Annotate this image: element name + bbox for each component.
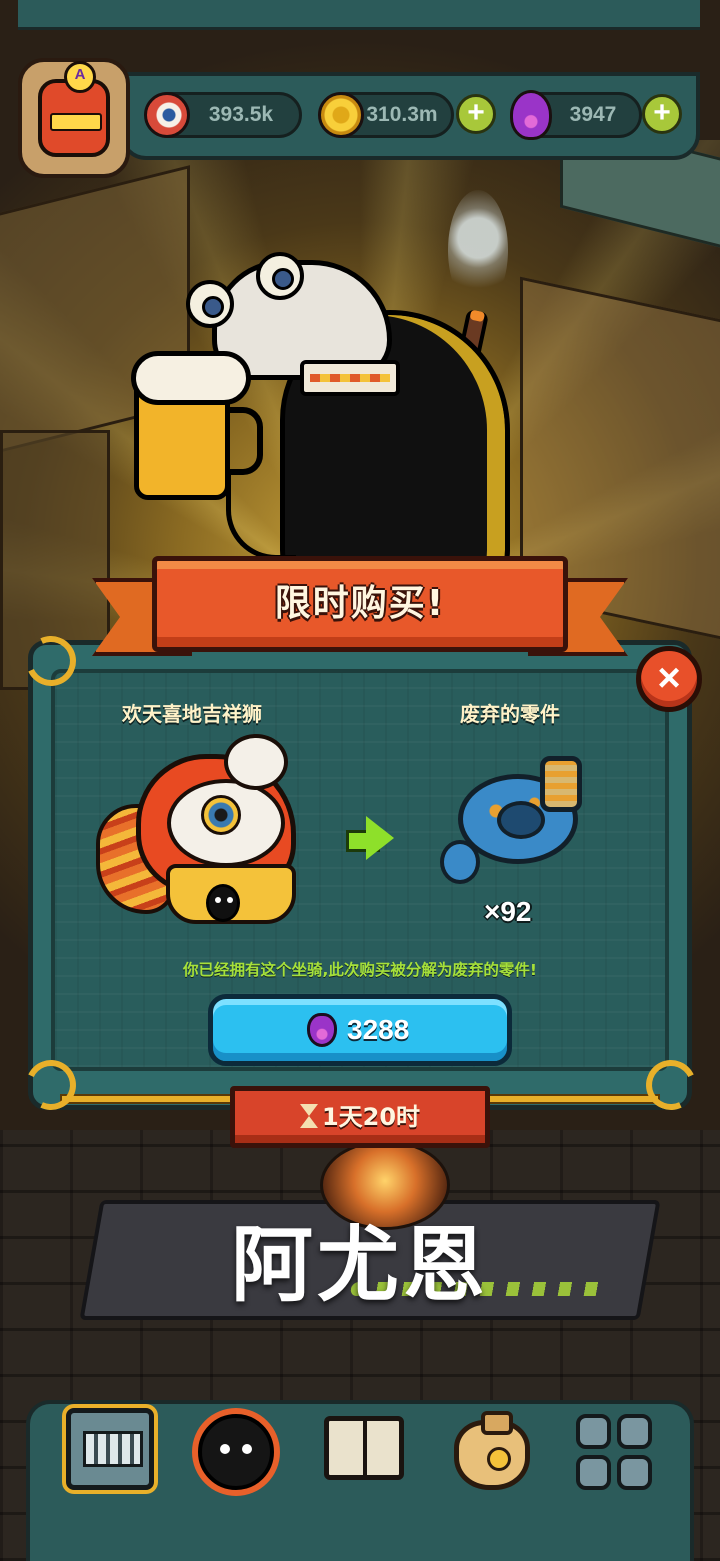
close-button[interactable]: × bbox=[636, 646, 702, 712]
buy-button[interactable]: 3288 bbox=[208, 994, 512, 1066]
knob-part bbox=[440, 840, 480, 884]
nav-machine[interactable] bbox=[62, 1404, 158, 1494]
beer-mug-icon bbox=[131, 351, 263, 500]
timer-text: 1天20时 bbox=[321, 1103, 421, 1131]
grid-cell bbox=[617, 1455, 652, 1490]
coin-icon bbox=[318, 92, 364, 138]
scrap-parts-icon bbox=[440, 756, 590, 896]
potion-icon bbox=[307, 1013, 337, 1047]
grid-cell bbox=[576, 1414, 611, 1449]
book-icon bbox=[324, 1416, 404, 1480]
cigar-smoke bbox=[448, 190, 508, 310]
machine-icon bbox=[66, 1408, 154, 1490]
rider-bug-icon bbox=[206, 884, 240, 922]
add-potions-button[interactable]: + bbox=[642, 94, 682, 134]
hourglass-icon bbox=[299, 1104, 318, 1128]
watermark-text: 阿尤恩 bbox=[230, 1218, 489, 1313]
result-item-name: 废弃的零件 bbox=[460, 702, 560, 726]
player-avatar[interactable] bbox=[18, 58, 130, 178]
add-coins-button[interactable]: + bbox=[456, 94, 496, 134]
ownership-notice: 你已经拥有这个坐骑,此次购买被分解为废弃的零件! bbox=[183, 961, 537, 979]
spring-part bbox=[540, 756, 582, 812]
mascot-arm-left bbox=[226, 470, 296, 560]
mascot-eye-left bbox=[186, 280, 234, 328]
source-item-name: 欢天喜地吉祥狮 bbox=[122, 702, 262, 726]
chef-mascot bbox=[130, 190, 570, 610]
nav-book[interactable] bbox=[316, 1404, 412, 1494]
arrow-right-icon bbox=[346, 816, 394, 860]
chef-hat-band bbox=[300, 360, 400, 396]
money-bag-icon bbox=[454, 1411, 530, 1490]
parts-quantity: ×92 bbox=[484, 896, 532, 927]
nav-characters[interactable] bbox=[188, 1404, 284, 1494]
offer-title: 限时购买! bbox=[274, 583, 446, 624]
nav-shop[interactable] bbox=[444, 1404, 540, 1494]
hud-top-edge bbox=[18, 0, 700, 30]
lion-pompom bbox=[224, 734, 288, 790]
grid-menu-icon bbox=[576, 1414, 652, 1490]
grid-cell bbox=[576, 1455, 611, 1490]
grid-cell bbox=[617, 1414, 652, 1449]
offer-timer: 1天20时 bbox=[230, 1086, 490, 1148]
avatar-icon bbox=[38, 61, 110, 157]
mascot-eye-right bbox=[256, 252, 304, 300]
eyeball-icon bbox=[144, 92, 190, 138]
potion-icon bbox=[510, 90, 552, 140]
buy-price: 3288 bbox=[347, 1014, 410, 1045]
lion-dance-mount-icon bbox=[96, 734, 306, 944]
offer-banner: 限时购买! bbox=[152, 556, 568, 652]
nav-menu[interactable] bbox=[566, 1404, 662, 1494]
bug-character-icon bbox=[198, 1414, 274, 1490]
